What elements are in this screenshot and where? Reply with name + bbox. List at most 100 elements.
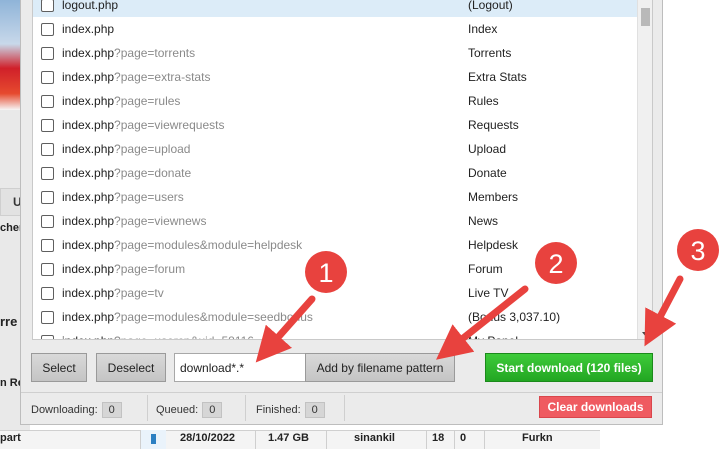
row-file: index.php xyxy=(62,214,115,228)
row-file: index.php xyxy=(62,118,115,132)
row-file: index.php xyxy=(62,190,115,204)
row-file: index.php xyxy=(62,334,114,339)
row-query: ?page=rules xyxy=(114,94,181,108)
row-title: Upload xyxy=(468,142,507,156)
row-title: Donate xyxy=(468,166,507,180)
list-item[interactable]: index.php Index xyxy=(33,17,639,41)
row-checkbox[interactable] xyxy=(41,191,54,204)
background-cell: 28/10/2022 xyxy=(180,432,236,444)
clear-downloads-button[interactable]: Clear downloads xyxy=(539,396,652,418)
download-dialog: logout.php (Logout) index.php Index index.ph… xyxy=(20,0,663,425)
row-filename: index.php?page=torrents xyxy=(62,46,195,60)
list-item[interactable]: index.php?page=torrents Torrents xyxy=(33,41,639,65)
row-checkbox[interactable] xyxy=(41,47,54,60)
start-download-button[interactable]: Start download (120 files) xyxy=(485,353,653,382)
background-cell: Furkn xyxy=(522,432,553,444)
row-filename: index.php?page=forum xyxy=(62,262,185,276)
background-cell-divider xyxy=(255,430,256,449)
row-title: (Logout) xyxy=(468,0,513,12)
list-item[interactable]: index.php?page=donate Donate xyxy=(33,161,639,185)
row-query: ?page=tv xyxy=(114,286,164,300)
row-query: ?page=torrents xyxy=(114,46,196,60)
row-filename: index.php?page=tv xyxy=(62,286,164,300)
list-item[interactable]: index.php?page=modules&module=seedbonus (… xyxy=(33,305,639,329)
row-title: Live TV xyxy=(468,286,509,300)
finished-count: 0 xyxy=(304,402,325,418)
row-query: ?page=viewrequests xyxy=(114,118,225,132)
row-title: Extra Stats xyxy=(468,70,527,84)
downloading-label: Downloading: xyxy=(31,404,98,416)
list-item[interactable]: index.php?page=viewrequests Requests xyxy=(33,113,639,137)
list-item[interactable]: index.php?page=viewnews News xyxy=(33,209,639,233)
row-filename: index.php xyxy=(62,22,114,36)
row-filename: index.php?page=usercp&uid=58116 xyxy=(62,334,254,339)
row-filename: logout.php xyxy=(62,0,118,12)
deselect-button[interactable]: Deselect xyxy=(96,353,166,382)
background-cell-divider xyxy=(484,430,485,449)
select-button[interactable]: Select xyxy=(31,353,87,382)
row-query: ?page=upload xyxy=(114,142,191,156)
list-item[interactable]: index.php?page=tv Live TV xyxy=(33,281,639,305)
row-checkbox[interactable] xyxy=(41,263,54,276)
row-checkbox[interactable] xyxy=(41,167,54,180)
row-file: index.php xyxy=(62,166,115,180)
row-query: ?page=donate xyxy=(114,166,192,180)
row-title: Index xyxy=(468,22,498,36)
row-file: index.php xyxy=(62,22,115,36)
background-cell-divider xyxy=(326,430,327,449)
row-checkbox[interactable] xyxy=(41,287,54,300)
list-item[interactable]: index.php?page=upload Upload xyxy=(33,137,639,161)
row-filename: index.php?page=viewrequests xyxy=(62,118,224,132)
row-file: index.php xyxy=(62,94,115,108)
download-arrow-icon[interactable] xyxy=(140,430,166,449)
row-title: Torrents xyxy=(468,46,512,60)
row-checkbox[interactable] xyxy=(41,95,54,108)
row-filename: index.php?page=rules xyxy=(62,94,180,108)
background-cell-divider xyxy=(426,430,427,449)
downloading-count: 0 xyxy=(101,402,122,418)
row-file: index.php xyxy=(62,142,115,156)
scrollbar-thumb[interactable] xyxy=(641,8,650,26)
row-checkbox[interactable] xyxy=(41,335,54,339)
file-list[interactable]: logout.php (Logout) index.php Index index.ph… xyxy=(32,0,653,340)
vertical-scrollbar[interactable] xyxy=(637,0,652,339)
list-item[interactable]: index.php?page=forum Forum xyxy=(33,257,639,281)
filename-pattern-input[interactable] xyxy=(174,353,306,382)
row-filename: index.php?page=extra-stats xyxy=(62,70,210,84)
background-cell: 1.47 GB xyxy=(268,432,309,444)
scroll-down-arrow-icon[interactable] xyxy=(642,332,650,337)
background-snippet: rre xyxy=(0,314,18,329)
row-file: index.php xyxy=(62,310,115,324)
row-filename: index.php?page=modules&module=helpdesk xyxy=(62,238,302,252)
row-checkbox[interactable] xyxy=(41,23,54,36)
list-item[interactable]: index.php?page=users Members xyxy=(33,185,639,209)
row-checkbox[interactable] xyxy=(41,215,54,228)
background-cell: 18 xyxy=(432,432,445,444)
list-item[interactable]: index.php?page=extra-stats Extra Stats xyxy=(33,65,639,89)
row-checkbox[interactable] xyxy=(41,71,54,84)
background-cell: part xyxy=(0,432,21,444)
row-checkbox[interactable] xyxy=(41,311,54,324)
row-checkbox[interactable] xyxy=(41,239,54,252)
list-item[interactable]: index.php?page=rules Rules xyxy=(33,89,639,113)
row-checkbox[interactable] xyxy=(41,143,54,156)
list-item[interactable]: index.php?page=modules&module=helpdesk He… xyxy=(33,233,639,257)
banner-image xyxy=(0,0,22,110)
queued-label: Queued: xyxy=(156,404,199,416)
list-item[interactable]: logout.php (Logout) xyxy=(33,0,639,17)
row-title: Requests xyxy=(468,118,519,132)
row-checkbox[interactable] xyxy=(41,0,54,12)
row-file: index.php xyxy=(62,238,115,252)
queued-count: 0 xyxy=(202,402,223,418)
background-right-area xyxy=(654,0,724,449)
add-by-pattern-button[interactable]: Add by filename pattern xyxy=(305,353,455,382)
row-query: ?page=modules&module=helpdesk xyxy=(114,238,303,252)
row-title: Helpdesk xyxy=(468,238,519,252)
row-checkbox[interactable] xyxy=(41,119,54,132)
background-snippet: cher xyxy=(0,222,20,234)
row-title: Forum xyxy=(468,262,503,276)
status-divider xyxy=(245,395,246,421)
row-query: ?page=forum xyxy=(114,262,186,276)
row-filename: index.php?page=donate xyxy=(62,166,191,180)
list-item[interactable]: index.php?page=usercp&uid=58116 My Panel xyxy=(33,329,639,339)
